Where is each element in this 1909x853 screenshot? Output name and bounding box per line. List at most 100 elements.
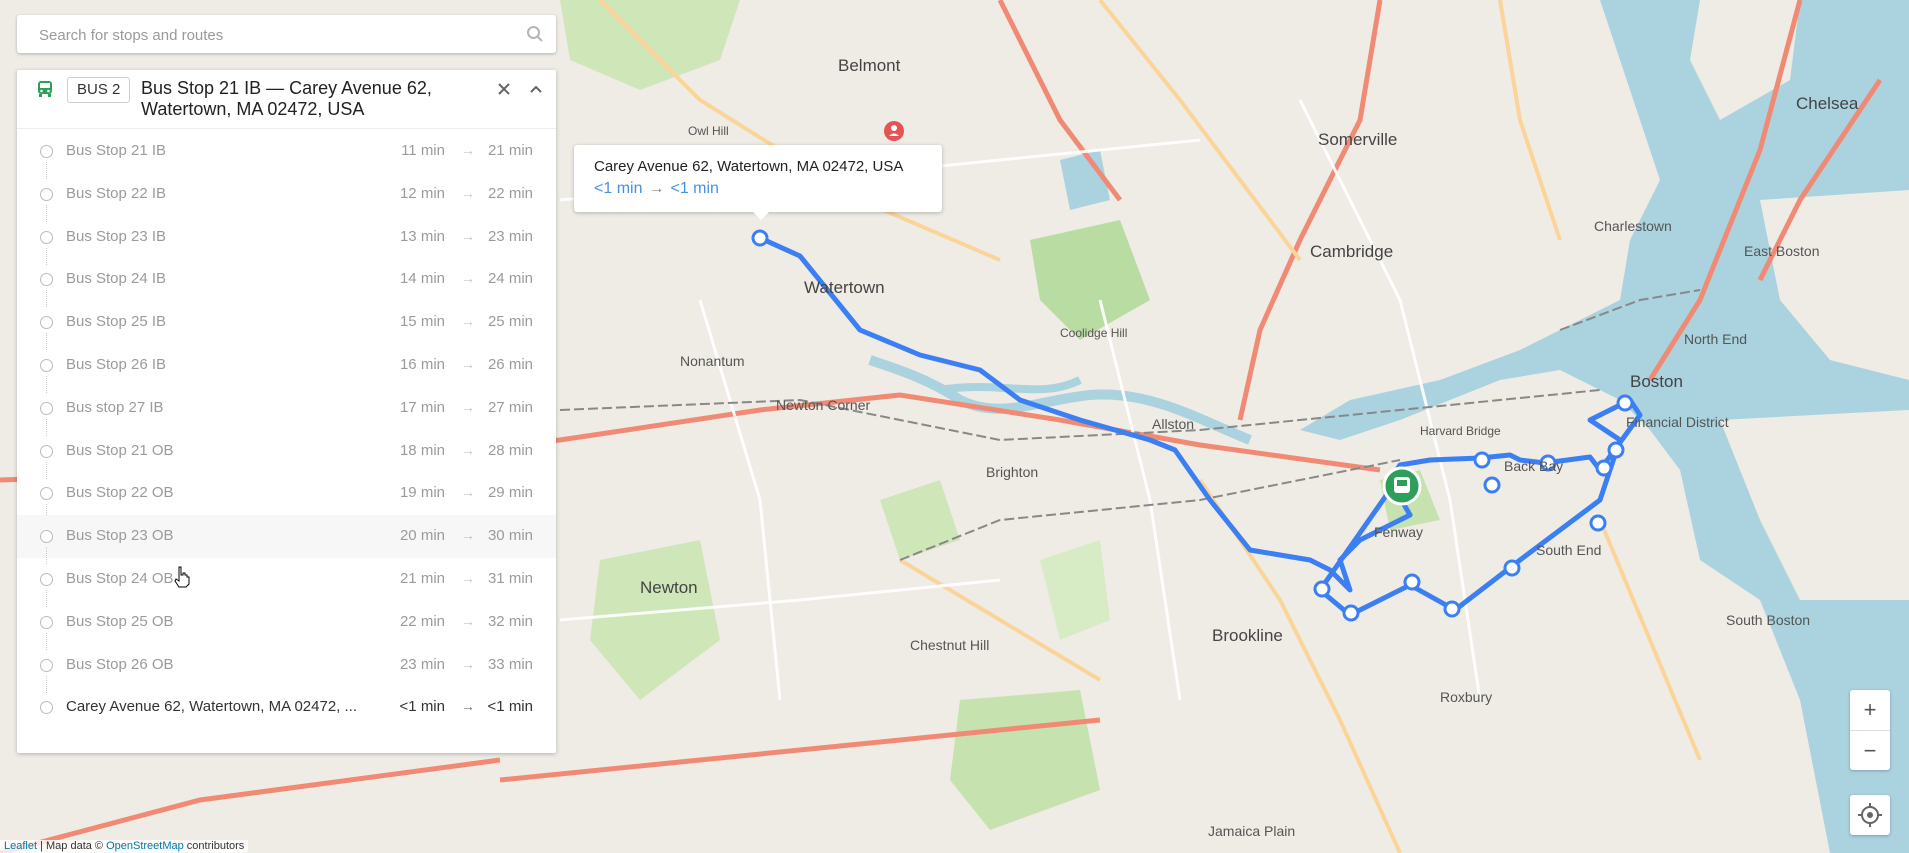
stop-radio[interactable]: [40, 358, 53, 372]
arrow-icon: →: [461, 527, 475, 544]
map-label: Charlestown: [1594, 218, 1672, 234]
arrow-icon: →: [461, 655, 475, 672]
stop-depart: 21 min: [487, 142, 533, 159]
stop-row[interactable]: Carey Avenue 62, Watertown, MA 02472, ..…: [17, 686, 556, 729]
stop-row[interactable]: Bus Stop 24 OB 21 min → 31 min: [17, 558, 556, 607]
stop-name: Bus Stop 24 OB: [66, 569, 174, 587]
stop-radio[interactable]: [40, 658, 53, 672]
stop-arrive: 17 min: [399, 398, 445, 416]
stop-arrive: 18 min: [399, 441, 445, 459]
search-bar: [17, 15, 556, 55]
map-label: Allston: [1152, 416, 1195, 432]
stop-radio[interactable]: [40, 572, 53, 586]
stop-arrive: 19 min: [399, 484, 445, 502]
map-label: Newton: [640, 578, 698, 597]
stop-name: Bus Stop 23 OB: [66, 527, 174, 545]
stop-arrive: 15 min: [399, 313, 445, 331]
map-label: South End: [1536, 542, 1602, 558]
map-label: Boston: [1630, 372, 1683, 391]
map-label: Coolidge Hill: [1060, 326, 1128, 340]
bus-icon: [38, 81, 52, 97]
stop-row[interactable]: Bus Stop 26 OB 23 min → 33 min: [17, 644, 556, 693]
stop-radio[interactable]: [40, 273, 53, 287]
arrow-icon: →: [461, 569, 475, 586]
stop-depart: 25 min: [487, 313, 533, 331]
attribution-text: | Map data ©: [37, 840, 107, 852]
stop-name: Bus Stop 23 IB: [66, 227, 167, 245]
stop-name: Bus Stop 21 IB: [66, 142, 167, 159]
stop-row[interactable]: Bus Stop 24 IB 14 min → 24 min: [17, 258, 556, 308]
stop-radio[interactable]: [40, 316, 53, 330]
stop-radio[interactable]: [40, 444, 53, 458]
arrow-icon: →: [461, 484, 475, 501]
stop-radio[interactable]: [40, 487, 53, 501]
stop-radio[interactable]: [40, 530, 53, 544]
search-icon[interactable]: [526, 25, 544, 43]
stop-row[interactable]: Bus stop 27 IB 17 min → 27 min: [17, 387, 556, 436]
stop-panel-header: BUS 2 Bus Stop 21 IB — Carey Avenue 62, …: [17, 70, 556, 129]
stop-row[interactable]: Bus Stop 25 OB 22 min → 32 min: [17, 601, 556, 650]
map-label: Jamaica Plain: [1208, 823, 1296, 839]
stop-name: Bus Stop 25 OB: [66, 612, 174, 630]
popup-tip: [752, 211, 770, 220]
map-label: Chelsea: [1796, 94, 1859, 113]
stop-depart: 30 min: [487, 527, 533, 545]
zoom-in-button[interactable]: +: [1850, 690, 1890, 730]
arrow-icon: →: [461, 270, 475, 287]
stop-name: Bus stop 27 IB: [66, 398, 164, 416]
stop-row[interactable]: Bus Stop 25 IB 15 min → 25 min: [17, 301, 556, 351]
map-attribution: Leaflet | Map data © OpenStreetMap contr…: [0, 840, 249, 853]
stop-radio[interactable]: [40, 187, 53, 201]
map-label: Chestnut Hill: [910, 637, 990, 653]
stop-row[interactable]: Bus Stop 22 OB 19 min → 29 min: [17, 472, 556, 522]
stop-radio[interactable]: [40, 615, 53, 629]
stop-name: Bus Stop 22 IB: [66, 184, 167, 202]
stop-arrive: 22 min: [399, 612, 445, 630]
close-icon[interactable]: [495, 80, 513, 98]
stop-name: Bus Stop 26 IB: [66, 355, 167, 373]
stop-arrive: 13 min: [399, 227, 445, 245]
bus-marker-icon[interactable]: [1382, 466, 1422, 506]
stop-depart: 24 min: [487, 270, 533, 288]
stop-radio[interactable]: [40, 230, 53, 244]
stop-depart: 23 min: [487, 227, 533, 245]
stop-radio[interactable]: [40, 145, 53, 158]
chevron-up-icon[interactable]: [527, 80, 545, 98]
map-label: Fenway: [1374, 524, 1424, 540]
arrow-icon: →: [461, 142, 475, 158]
map-label: Watertown: [804, 278, 885, 297]
stop-depart: 33 min: [487, 655, 533, 673]
stop-depart: 26 min: [487, 355, 533, 373]
stop-row[interactable]: Bus Stop 21 IB 11 min → 21 min: [17, 130, 556, 179]
arrow-icon: →: [461, 441, 475, 458]
search-input[interactable]: [37, 15, 521, 55]
stop-row[interactable]: Bus Stop 23 OB 20 min → 30 min: [17, 515, 556, 565]
map-label: Brookline: [1212, 626, 1283, 645]
stop-radio[interactable]: [40, 701, 53, 715]
map-label: Back Bay: [1504, 458, 1564, 474]
arrow-icon: →: [648, 180, 665, 197]
arrow-icon: →: [461, 355, 475, 372]
stop-row[interactable]: Bus Stop 21 OB 18 min → 28 min: [17, 430, 556, 479]
stop-panel-title: Bus Stop 21 IB — Carey Avenue 62, Watert…: [141, 78, 432, 119]
stop-row[interactable]: Bus Stop 23 IB 13 min → 23 min: [17, 216, 556, 265]
location-pin-icon[interactable]: [884, 121, 904, 141]
stop-name: Carey Avenue 62, Watertown, MA 02472, ..…: [66, 698, 357, 716]
stop-row[interactable]: Bus Stop 26 IB 16 min → 26 min: [17, 344, 556, 393]
arrow-icon: →: [461, 313, 475, 330]
map-label: Somerville: [1318, 130, 1398, 149]
stop-depart: 29 min: [487, 484, 533, 502]
stop-radio[interactable]: [40, 401, 53, 415]
stop-depart: 31 min: [487, 569, 533, 587]
zoom-out-button[interactable]: −: [1850, 731, 1890, 770]
arrow-icon: →: [461, 398, 475, 415]
popup-arrive: <1 min: [594, 180, 643, 197]
map-label: South Boston: [1726, 612, 1811, 628]
locate-button[interactable]: [1850, 795, 1890, 835]
osm-link[interactable]: OpenStreetMap: [106, 840, 184, 852]
leaflet-link[interactable]: Leaflet: [4, 840, 37, 852]
stop-row[interactable]: Bus Stop 22 IB 12 min → 22 min: [17, 173, 556, 222]
stop-name: Bus Stop 24 IB: [66, 270, 167, 288]
hand-cursor-icon: [174, 566, 190, 588]
stop-arrive: 20 min: [399, 527, 445, 545]
